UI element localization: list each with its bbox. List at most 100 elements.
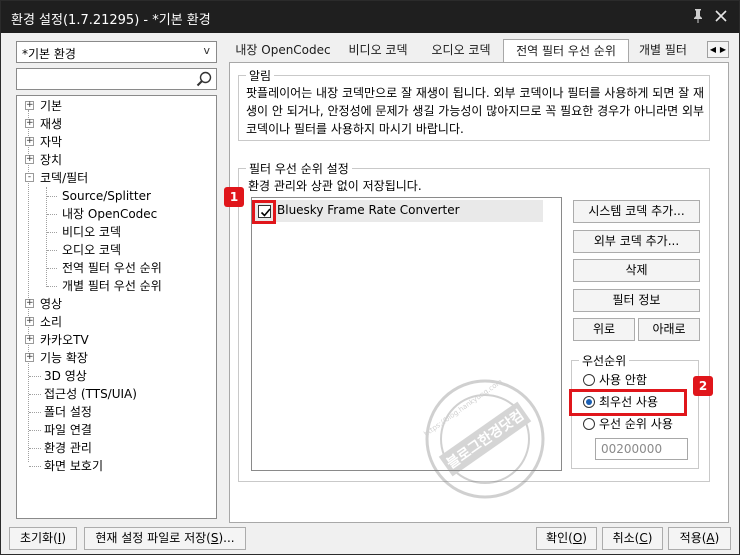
search-icon[interactable] xyxy=(195,70,213,88)
tree-item-label: 기본 xyxy=(40,99,63,113)
tree-guide-line xyxy=(29,412,41,413)
radio-circle-icon[interactable] xyxy=(583,418,595,430)
tree-guide-line xyxy=(29,394,41,395)
apply-button[interactable]: 적용(A) xyxy=(668,527,731,550)
expand-icon[interactable]: + xyxy=(25,137,34,146)
button-text: 취소( xyxy=(612,531,640,545)
watermark-seal-icon: 블로그한경닷컴 https://blog.hankyung.com xyxy=(422,378,545,499)
move-down-button[interactable]: 아래로 xyxy=(638,318,700,341)
radio-label: 우선 순위 사용 xyxy=(599,417,673,431)
tab-global-filter-priority[interactable]: 전역 필터 우선 순위 xyxy=(503,39,629,63)
scroll-left-icon[interactable]: ◀ xyxy=(708,43,718,56)
list-item[interactable]: Bluesky Frame Rate Converter xyxy=(253,200,543,222)
tree-guide-line xyxy=(46,187,47,287)
search-box[interactable] xyxy=(16,68,217,90)
tab-audio-codec[interactable]: 오디오 코덱 xyxy=(419,39,503,62)
tree-item-label: 자막 xyxy=(40,135,63,149)
radio-label: 사용 안함 xyxy=(599,373,647,387)
priority-value-box[interactable] xyxy=(595,438,688,460)
button-text: 확인( xyxy=(546,531,573,545)
access-key: O xyxy=(572,531,583,545)
tree-guide-line xyxy=(47,232,57,233)
tree-guide-line xyxy=(47,286,57,287)
button-text: )... xyxy=(218,531,235,545)
tree-item-label: 화면 보호기 xyxy=(44,459,104,473)
filter-name: Bluesky Frame Rate Converter xyxy=(277,203,460,217)
environment-select[interactable]: *기본 환경 v xyxy=(16,41,217,63)
add-system-codec-button[interactable]: 시스템 코덱 추가... xyxy=(573,200,700,223)
annotation-highlight-1 xyxy=(252,200,276,224)
tree-item-label: 재생 xyxy=(40,117,63,131)
tree-guide-line xyxy=(47,196,57,197)
button-text: ) xyxy=(61,531,67,545)
tree-guide-line xyxy=(29,430,41,431)
preferences-window: 환경 설정(1.7.21295) - *기본 환경 *기본 환경 v + 기본 +… xyxy=(0,0,740,555)
move-up-button[interactable]: 위로 xyxy=(573,318,635,341)
settings-tree[interactable]: + 기본 + 재생 + 자막 + 장치 - 코덱/필터 Source/Splitter 내… xyxy=(16,95,217,519)
access-key: S xyxy=(210,531,219,545)
title-bar: 환경 설정(1.7.21295) - *기본 환경 xyxy=(1,1,739,33)
radio-circle-icon[interactable] xyxy=(583,374,595,386)
filter-priority-legend: 필터 우선 순위 설정 xyxy=(249,162,349,176)
button-text: 현재 설정 파일로 저장( xyxy=(95,531,211,545)
priority-value-input[interactable] xyxy=(596,439,687,459)
tree-guide-line xyxy=(47,250,57,251)
ok-button[interactable]: 확인(O) xyxy=(536,527,597,550)
expand-icon[interactable]: + xyxy=(25,155,34,164)
tree-item-label: 기능 확장 xyxy=(40,351,88,365)
tree-item-label: 소리 xyxy=(40,315,63,329)
tree-item-label: 전역 필터 우선 순위 xyxy=(62,261,162,275)
expand-icon[interactable]: + xyxy=(25,101,34,110)
environment-select-value: *기본 환경 xyxy=(22,47,76,61)
cancel-button[interactable]: 취소(C) xyxy=(602,527,663,550)
filter-note: 환경 관리와 상관 없이 저장됩니다. xyxy=(248,179,422,193)
pin-icon[interactable] xyxy=(691,8,705,24)
button-text: 적용( xyxy=(679,531,707,545)
tab-scroll-arrows[interactable]: ◀ ▶ xyxy=(707,41,729,58)
expand-icon[interactable]: + xyxy=(25,119,34,128)
close-icon[interactable] xyxy=(713,8,729,24)
access-key: A xyxy=(706,531,715,545)
button-text: ) xyxy=(582,531,587,545)
tab-video-codec[interactable]: 비디오 코덱 xyxy=(337,39,419,62)
tree-item-label: 오디오 코덱 xyxy=(62,243,122,257)
delete-button[interactable]: 삭제 xyxy=(573,259,700,282)
scroll-right-icon[interactable]: ▶ xyxy=(718,43,728,56)
tree-item-label: 내장 OpenCodec xyxy=(62,207,158,221)
notice-legend: 알림 xyxy=(249,69,272,83)
tree-item-label: 환경 관리 xyxy=(44,441,92,455)
tree-item-label: 영상 xyxy=(40,297,63,311)
tree-item-label: 접근성 (TTS/UIA) xyxy=(44,387,137,401)
expand-icon[interactable]: + xyxy=(25,353,34,362)
save-to-file-button[interactable]: 현재 설정 파일로 저장(S)... xyxy=(84,527,246,550)
tree-item-label: 코덱/필터 xyxy=(40,171,89,185)
tree-item-label: 파일 연결 xyxy=(44,423,92,437)
tree-item-label: 비디오 코덱 xyxy=(62,225,122,239)
tab-individual-filter[interactable]: 개별 필터 xyxy=(629,39,707,62)
filter-info-button[interactable]: 필터 정보 xyxy=(573,289,700,312)
expand-icon[interactable]: + xyxy=(25,335,34,344)
priority-legend: 우선순위 xyxy=(582,354,627,368)
annotation-badge-1: 1 xyxy=(224,187,244,207)
collapse-icon[interactable]: - xyxy=(25,173,34,182)
tree-item-label: 개별 필터 우선 순위 xyxy=(62,279,162,293)
search-input[interactable] xyxy=(19,71,189,87)
annotation-highlight-2 xyxy=(569,389,687,416)
tree-item-label: 3D 영상 xyxy=(44,369,87,383)
access-key: C xyxy=(639,531,648,545)
reset-button[interactable]: 초기화(I) xyxy=(9,527,77,550)
tree-guide-line xyxy=(29,376,41,377)
window-title: 환경 설정(1.7.21295) - *기본 환경 xyxy=(11,13,211,28)
tab-builtin-opencodec[interactable]: 내장 OpenCodec xyxy=(229,39,337,62)
button-text: ) xyxy=(647,531,653,545)
watermark-seal: 블로그한경닷컴 https://blog.hankyung.com xyxy=(422,377,547,501)
tree-guide-line xyxy=(47,214,57,215)
chevron-down-icon: v xyxy=(203,44,210,57)
expand-icon[interactable]: + xyxy=(25,299,34,308)
tree-item-label: 카카오TV xyxy=(40,333,89,347)
expand-icon[interactable]: + xyxy=(25,317,34,326)
tree-guide-line xyxy=(47,268,57,269)
add-external-codec-button[interactable]: 외부 코덱 추가... xyxy=(573,230,700,253)
tree-guide-line xyxy=(29,448,41,449)
button-text: ) xyxy=(714,531,720,545)
